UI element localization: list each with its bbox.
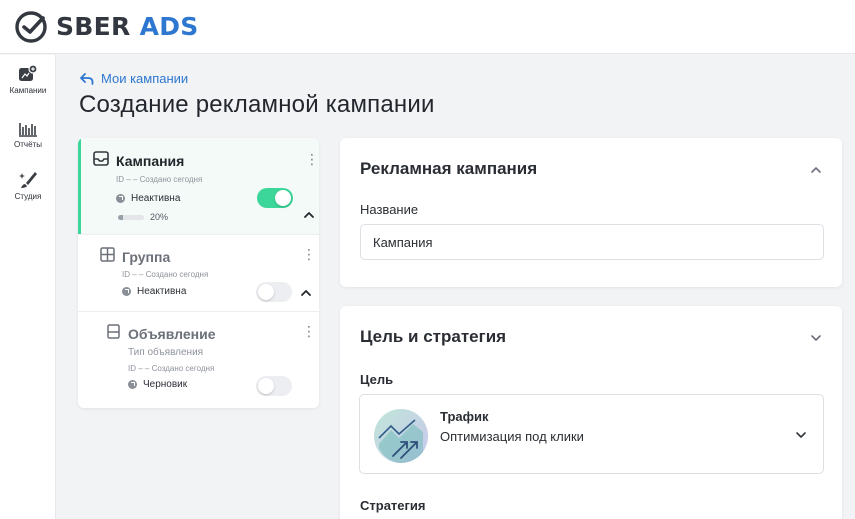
node-meta: ID – – Создано сегодня bbox=[122, 270, 209, 279]
campaign-structure-panel: Кампания ⋮ ID – – Создано сегодня Неакти… bbox=[78, 138, 319, 408]
campaign-name-value: Кампания bbox=[373, 234, 433, 250]
traffic-goal-icon bbox=[374, 409, 428, 463]
ad-layout-icon bbox=[107, 324, 120, 339]
sidebar-item-label: Отчёты bbox=[14, 140, 42, 149]
card-title: Цель и стратегия bbox=[360, 327, 507, 346]
status-badge: Неактивна bbox=[122, 286, 186, 297]
tree-node-campaign[interactable]: Кампания ⋮ ID – – Создано сегодня Неакти… bbox=[78, 138, 319, 234]
status-icon bbox=[116, 194, 125, 203]
name-field-label: Название bbox=[360, 202, 419, 217]
goal-select[interactable]: Трафик Оптимизация под клики bbox=[359, 394, 824, 474]
reports-icon bbox=[19, 123, 37, 137]
sidebar-item-reports[interactable]: Отчёты bbox=[0, 119, 56, 149]
chevron-up-icon[interactable] bbox=[303, 211, 315, 219]
sidebar-item-campaigns[interactable]: Кампании bbox=[0, 65, 56, 95]
status-text: Черновик bbox=[143, 379, 188, 390]
campaign-active-toggle[interactable] bbox=[257, 188, 293, 208]
sidebar-item-studio[interactable]: Студия bbox=[0, 171, 56, 201]
node-title: Кампания bbox=[116, 153, 185, 169]
node-meta: ID – – Создано сегодня bbox=[128, 364, 215, 373]
chevron-up-icon[interactable] bbox=[300, 289, 312, 297]
top-bar: SBER ADS bbox=[0, 0, 855, 54]
tree-node-ad[interactable]: Объявление ⋮ Тип объявления ID – – Созда… bbox=[78, 312, 319, 408]
sidebar-item-label: Кампании bbox=[9, 86, 47, 95]
more-menu-icon[interactable]: ⋮ bbox=[302, 324, 316, 338]
status-icon bbox=[122, 287, 131, 296]
card-title: Рекламная кампания bbox=[360, 159, 538, 178]
goal-description: Оптимизация под клики bbox=[440, 429, 584, 444]
campaign-card: Рекламная кампания Название Кампания bbox=[340, 138, 842, 287]
progress-label: 20% bbox=[150, 212, 169, 222]
chevron-up-icon[interactable] bbox=[810, 166, 822, 174]
tree-node-group[interactable]: Группа ⋮ ID – – Создано сегодня Неактивн… bbox=[78, 235, 319, 311]
main-content: Мои кампании Создание рекламной кампании… bbox=[57, 55, 855, 519]
sidebar: Кампании Отчёты Студия bbox=[0, 55, 56, 519]
completion-progress: 20% bbox=[118, 212, 168, 222]
page-title: Создание рекламной кампании bbox=[79, 91, 435, 118]
chevron-down-icon bbox=[796, 432, 806, 438]
ad-type-label: Тип объявления bbox=[128, 347, 204, 358]
group-active-toggle[interactable] bbox=[256, 282, 292, 302]
campaign-name-input[interactable]: Кампания bbox=[360, 224, 824, 260]
back-link[interactable]: Мои кампании bbox=[80, 71, 188, 86]
status-text: Неактивна bbox=[131, 193, 181, 204]
node-title: Объявление bbox=[128, 326, 216, 342]
back-link-label: Мои кампании bbox=[101, 71, 189, 86]
logo[interactable]: SBER ADS bbox=[56, 12, 199, 41]
chevron-down-icon[interactable] bbox=[810, 334, 822, 342]
back-arrow-icon bbox=[80, 72, 94, 85]
more-menu-icon[interactable]: ⋮ bbox=[302, 247, 316, 261]
more-menu-icon[interactable]: ⋮ bbox=[305, 152, 319, 166]
ad-active-toggle[interactable] bbox=[256, 376, 292, 396]
grid-icon bbox=[100, 247, 115, 262]
node-title: Группа bbox=[122, 249, 171, 265]
goal-strategy-card: Цель и стратегия Цель Трафик Оптимизация… bbox=[340, 306, 842, 519]
status-badge: Черновик bbox=[128, 379, 187, 390]
check-circle-icon bbox=[15, 10, 47, 43]
logo-sber-text: SBER bbox=[56, 12, 131, 41]
campaign-icon bbox=[19, 65, 38, 81]
node-meta: ID – – Создано сегодня bbox=[116, 175, 203, 184]
status-text: Неактивна bbox=[137, 286, 187, 297]
status-icon bbox=[128, 380, 137, 389]
studio-icon bbox=[19, 172, 37, 188]
inbox-icon bbox=[93, 151, 109, 166]
goal-label: Цель bbox=[360, 372, 394, 387]
sidebar-item-label: Студия bbox=[14, 192, 42, 201]
status-badge: Неактивна bbox=[116, 193, 180, 204]
progress-fill bbox=[118, 214, 124, 220]
goal-title: Трафик bbox=[440, 409, 489, 424]
logo-ads-text: ADS bbox=[139, 12, 199, 41]
strategy-label: Стратегия bbox=[360, 498, 426, 513]
